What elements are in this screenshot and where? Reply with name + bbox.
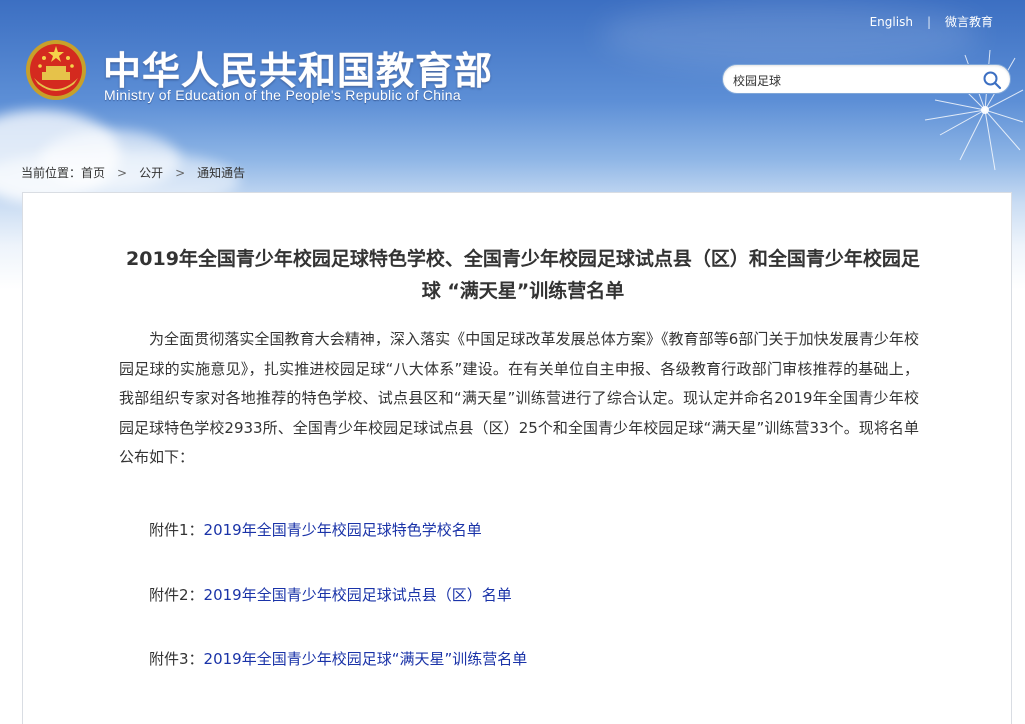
link-divider: | bbox=[926, 14, 931, 29]
search-input[interactable] bbox=[733, 70, 983, 90]
breadcrumb-public[interactable]: 公开 bbox=[139, 164, 163, 181]
article-panel: 2019年全国青少年校园足球特色学校、全国青少年校园足球试点县（区）和全国青少年… bbox=[22, 192, 1012, 724]
attachment-prefix: 附件3： bbox=[149, 650, 204, 668]
attachment-prefix: 附件1： bbox=[149, 521, 204, 539]
article-title: 2019年全国青少年校园足球特色学校、全国青少年校园足球试点县（区）和全国青少年… bbox=[126, 248, 920, 302]
attachment-link-1[interactable]: 2019年全国青少年校园足球特色学校名单 bbox=[204, 519, 482, 540]
attachment-item-3: 附件3： 2019年全国青少年校园足球“满天星”训练营名单 bbox=[149, 648, 527, 669]
breadcrumb-home[interactable]: 首页 bbox=[81, 164, 105, 181]
breadcrumb-separator: > bbox=[117, 165, 128, 180]
english-link[interactable]: English bbox=[870, 15, 913, 29]
attachment-prefix: 附件2： bbox=[149, 586, 204, 604]
attachment-item-1: 附件1： 2019年全国青少年校园足球特色学校名单 bbox=[149, 519, 482, 540]
search-box bbox=[722, 64, 1011, 94]
dandelion-decoration bbox=[924, 49, 1024, 171]
breadcrumb-prefix: 当前位置： bbox=[21, 166, 82, 180]
attachment-link-3[interactable]: 2019年全国青少年校园足球“满天星”训练营名单 bbox=[204, 648, 528, 669]
top-links: English | 微言教育 bbox=[870, 13, 993, 30]
attachment-item-2: 附件2： 2019年全国青少年校园足球试点县（区）名单 bbox=[149, 584, 512, 605]
breadcrumb: 当前位置： 首页 > 公开 > 通知通告 bbox=[21, 164, 245, 181]
article-body: 为全面贯彻落实全国教育大会精神，深入落实《中国足球改革发展总体方案》《教育部等6… bbox=[119, 330, 919, 466]
weibo-link[interactable]: 微言教育 bbox=[945, 13, 993, 30]
national-emblem-icon bbox=[26, 40, 86, 100]
breadcrumb-separator: > bbox=[175, 165, 186, 180]
ministry-title-en: Ministry of Education of the People's Re… bbox=[104, 87, 461, 103]
breadcrumb-notices[interactable]: 通知通告 bbox=[197, 164, 245, 181]
attachment-link-2[interactable]: 2019年全国青少年校园足球试点县（区）名单 bbox=[204, 584, 512, 605]
search-icon[interactable] bbox=[982, 70, 1002, 90]
